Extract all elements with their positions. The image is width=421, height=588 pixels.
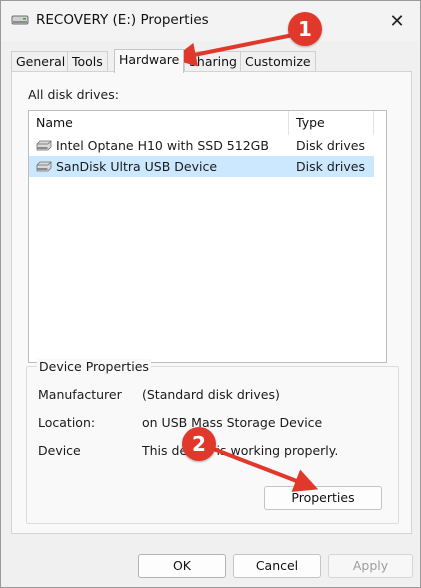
disk-drive-icon <box>36 161 52 172</box>
tab-strip: General Tools Hardware Sharing Customize <box>11 49 411 73</box>
tab-hardware[interactable]: Hardware <box>114 49 185 73</box>
manufacturer-value: (Standard disk drives) <box>142 387 280 402</box>
list-item[interactable]: Intel Optane H10 with SSD 512GB Disk dri… <box>29 135 374 156</box>
location-value: on USB Mass Storage Device <box>142 415 323 430</box>
list-header: Name Type <box>29 111 386 135</box>
close-button[interactable]: ✕ <box>382 7 412 35</box>
drive-name: Intel Optane H10 with SSD 512GB <box>56 138 269 153</box>
drive-icon <box>11 15 29 25</box>
list-item-selected[interactable]: SanDisk Ultra USB Device Disk drives <box>29 156 374 177</box>
disk-drives-list[interactable]: Name Type Intel Optane H10 with SSD 512G… <box>28 110 387 363</box>
tab-general[interactable]: General <box>11 51 71 72</box>
tab-customize[interactable]: Customize <box>240 51 316 72</box>
all-disk-drives-label: All disk drives: <box>28 87 119 102</box>
annotation-badge-1: 1 <box>288 12 322 46</box>
manufacturer-label: Manufacturer <box>38 387 122 402</box>
tab-sharing[interactable]: Sharing <box>184 51 242 72</box>
drive-type: Disk drives <box>296 159 365 174</box>
ok-button[interactable]: OK <box>138 554 226 578</box>
location-label: Location: <box>38 415 96 430</box>
device-status-label: Device <box>38 443 81 458</box>
properties-dialog: RECOVERY (E:) Properties ✕ General Tools… <box>0 0 421 588</box>
hardware-panel: All disk drives: Name Type Intel Optane … <box>11 71 412 534</box>
drive-name: SanDisk Ultra USB Device <box>56 159 218 174</box>
disk-drive-icon <box>36 140 52 151</box>
device-status-value: This device is working properly. <box>142 443 339 458</box>
column-header-name[interactable]: Name <box>29 111 289 135</box>
group-title: Device Properties <box>37 359 151 374</box>
window-title: RECOVERY (E:) Properties <box>36 12 209 28</box>
close-icon: ✕ <box>389 10 405 32</box>
tab-tools[interactable]: Tools <box>67 51 108 72</box>
drive-type: Disk drives <box>296 138 365 153</box>
title-bar: RECOVERY (E:) Properties ✕ <box>1 1 420 41</box>
apply-button[interactable]: Apply <box>328 554 413 578</box>
device-properties-button[interactable]: Properties <box>264 486 382 510</box>
column-header-type[interactable]: Type <box>289 111 374 135</box>
cancel-button[interactable]: Cancel <box>233 554 321 578</box>
annotation-badge-2: 2 <box>182 427 216 461</box>
